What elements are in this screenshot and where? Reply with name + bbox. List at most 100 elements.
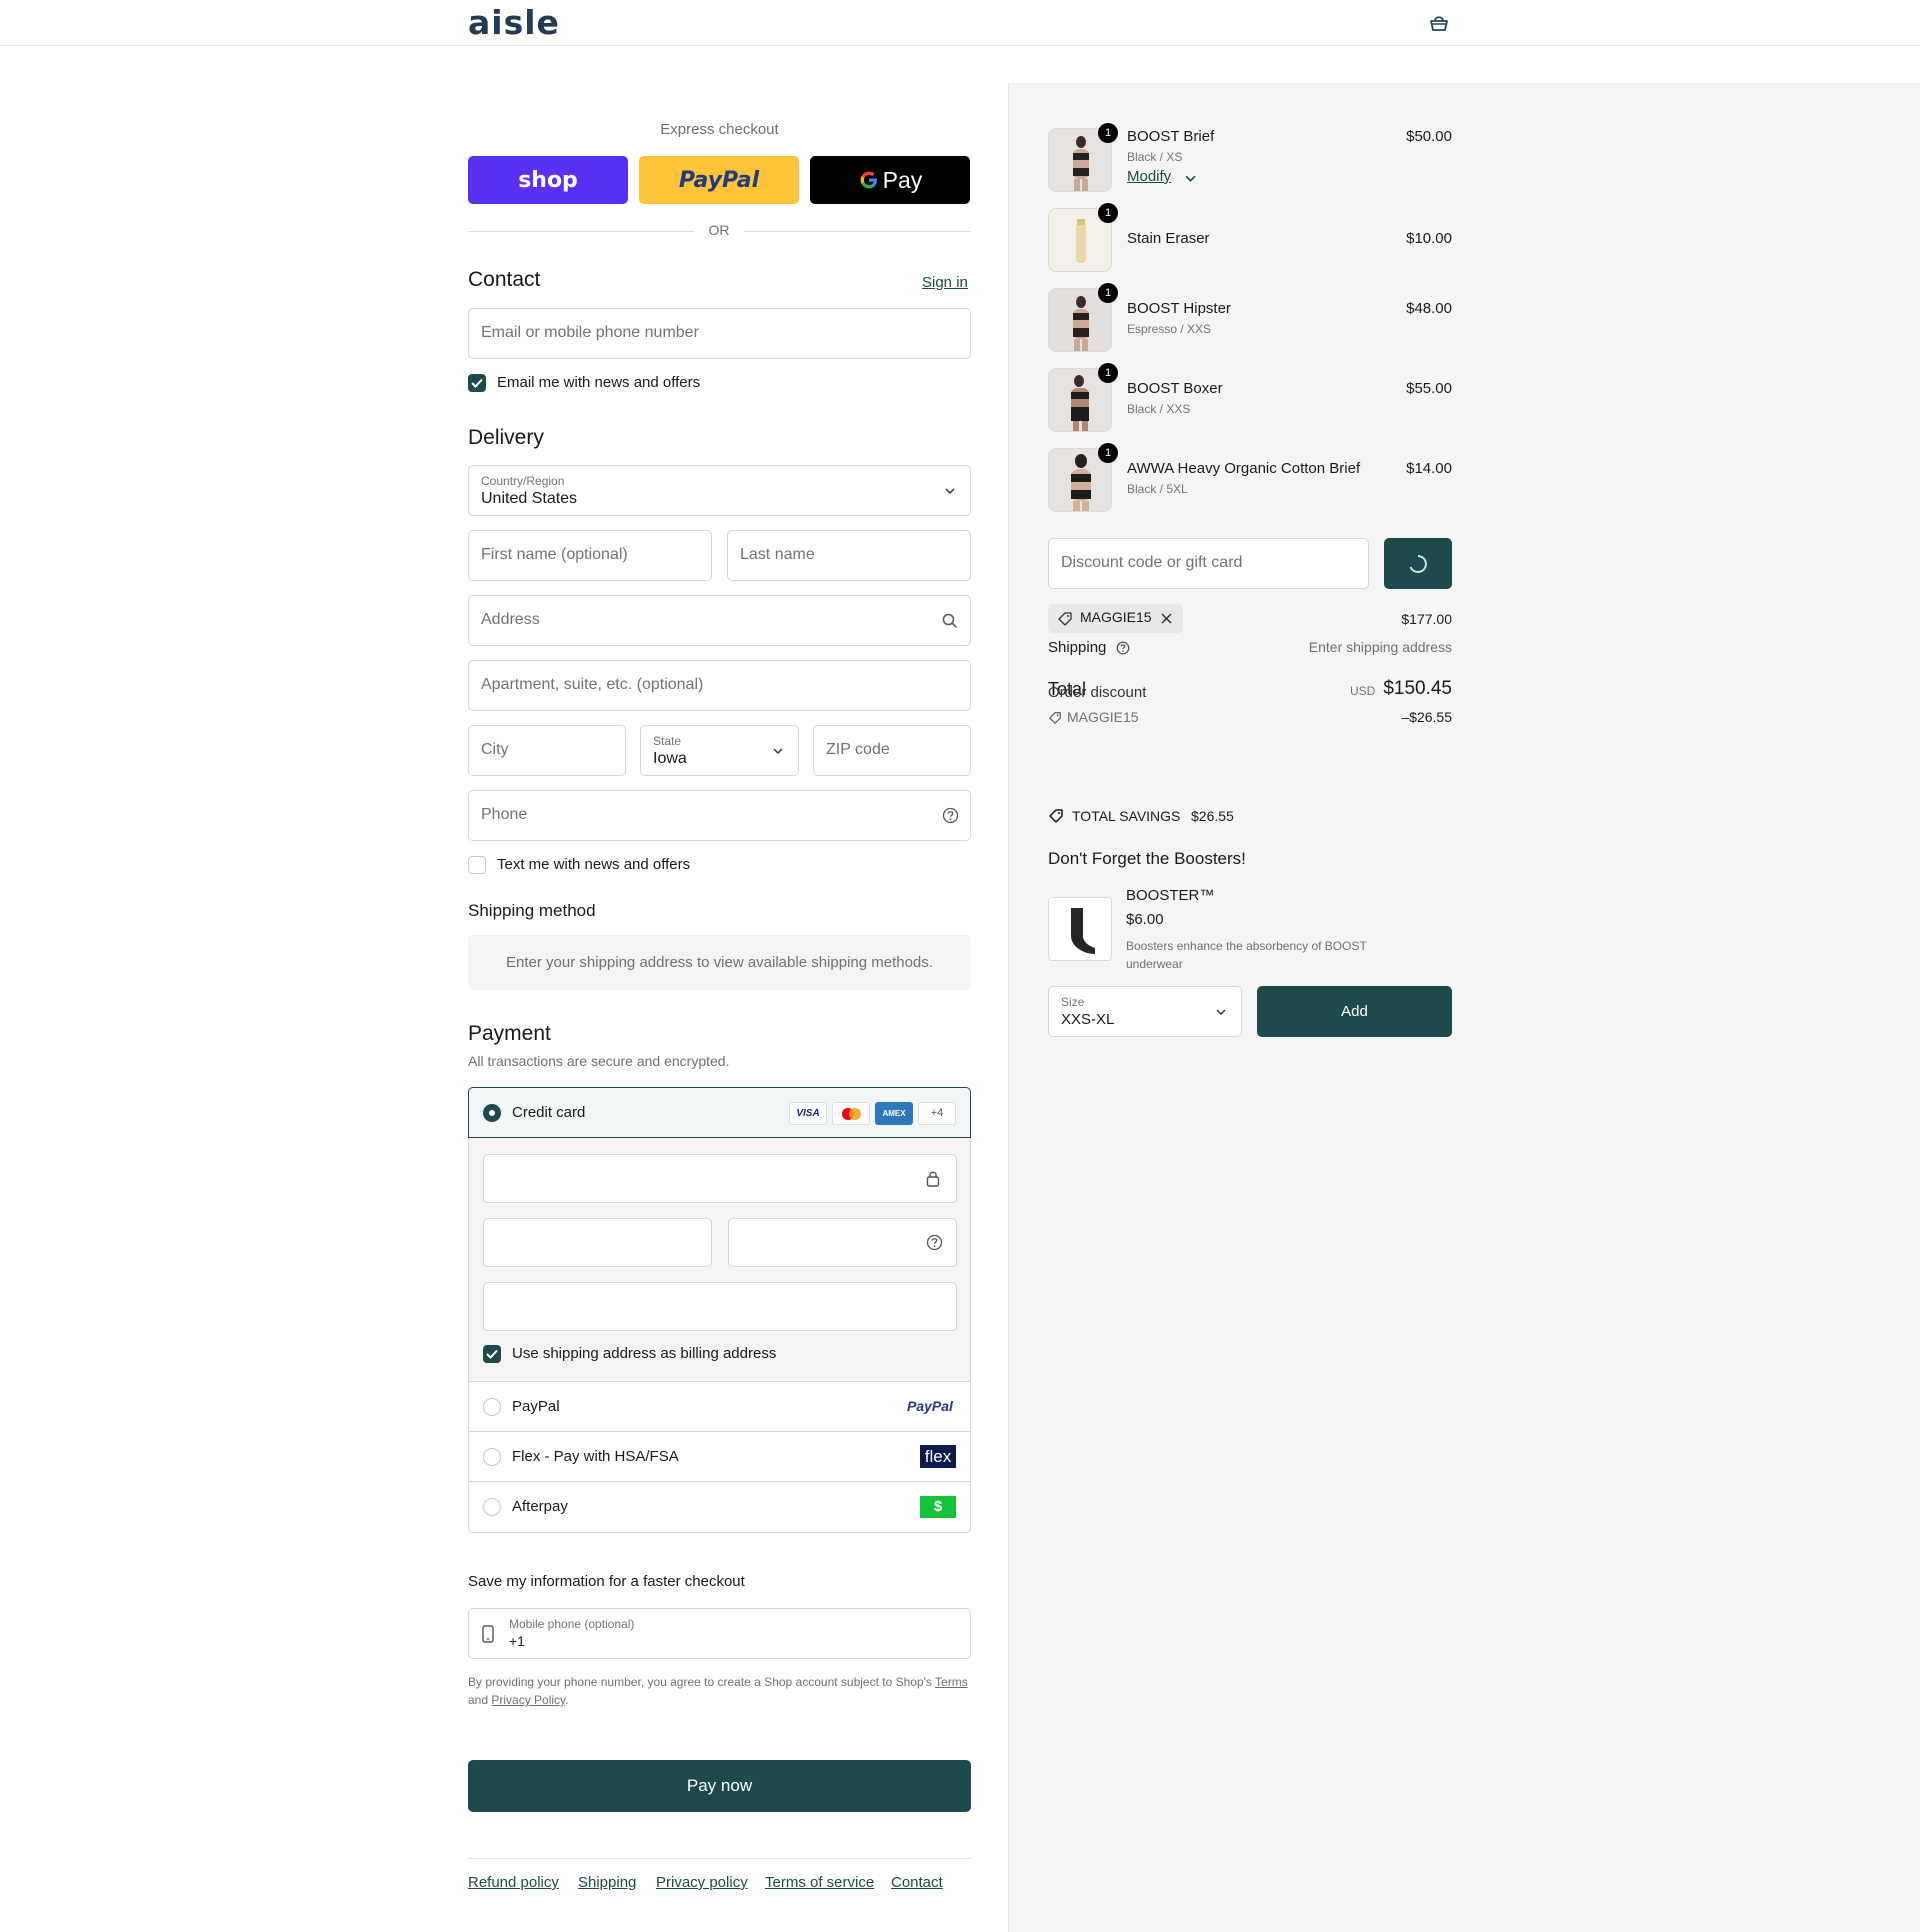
discount-code-field[interactable]: Discount code or gift card xyxy=(1048,538,1369,589)
apply-discount-button[interactable] xyxy=(1384,538,1452,589)
flex-option[interactable]: Flex - Pay with HSA/FSA flex xyxy=(468,1431,971,1482)
paypal-radio[interactable] xyxy=(483,1398,501,1416)
currency-code: USD xyxy=(1350,684,1376,698)
upsell-add-button[interactable]: Add xyxy=(1257,986,1452,1037)
credit-card-label: Credit card xyxy=(512,1104,586,1121)
afterpay-option-label: Afterpay xyxy=(512,1498,568,1515)
address-field[interactable]: Address xyxy=(468,595,971,646)
brand-logo[interactable]: aisle xyxy=(468,5,560,41)
upsell-product-price: $6.00 xyxy=(1126,911,1164,928)
paypal-express-button[interactable]: PayPal xyxy=(639,156,799,204)
afterpay-radio[interactable] xyxy=(483,1498,501,1516)
name-on-card-field[interactable] xyxy=(483,1282,957,1331)
applied-discount-code: MAGGIE15 xyxy=(1080,609,1152,625)
visa-badge: VISA xyxy=(789,1102,827,1125)
email-news-label: Email me with news and offers xyxy=(497,374,701,391)
upsell-product-description: Boosters enhance the absorbency of BOOST… xyxy=(1126,939,1367,971)
security-code-field[interactable] xyxy=(728,1218,957,1267)
footer-contact-link[interactable]: Contact xyxy=(891,1874,943,1891)
google-pay-button[interactable]: Pay xyxy=(810,156,970,204)
google-g-icon xyxy=(860,171,877,189)
help-icon[interactable] xyxy=(926,1234,943,1251)
footer-privacy-policy-link[interactable]: Privacy policy xyxy=(656,1874,748,1891)
paypal-express-label: PayPal xyxy=(678,167,760,193)
cart-icon[interactable] xyxy=(1428,14,1450,32)
credit-card-option[interactable]: Credit card VISA AMEX +4 xyxy=(468,1087,971,1138)
phone-placeholder: Phone xyxy=(481,806,528,823)
search-icon xyxy=(942,613,958,629)
card-number-field[interactable] xyxy=(483,1154,957,1203)
total-savings-value: $26.55 xyxy=(1191,808,1234,824)
quantity-badge: 1 xyxy=(1098,443,1118,463)
legal-text: By providing your phone number, you agre… xyxy=(468,1675,932,1689)
address-placeholder: Address xyxy=(481,611,540,628)
last-name-field[interactable]: Last name xyxy=(727,530,971,581)
item-variant: Black / XS xyxy=(1127,150,1183,164)
email-placeholder: Email or mobile phone number xyxy=(481,324,699,341)
remove-discount-icon[interactable] xyxy=(1160,612,1173,625)
email-news-checkbox[interactable] xyxy=(468,374,486,392)
expiration-date-field[interactable] xyxy=(483,1218,712,1267)
quantity-badge: 1 xyxy=(1098,283,1118,303)
more-cards-badge: +4 xyxy=(918,1102,956,1125)
or-divider-right xyxy=(744,231,971,232)
paypal-option-label: PayPal xyxy=(512,1398,560,1415)
google-pay-label: Pay xyxy=(882,166,923,193)
delivery-title: Delivery xyxy=(468,426,544,449)
mobile-phone-field[interactable]: Mobile phone (optional) +1 xyxy=(468,1608,971,1659)
paypal-option[interactable]: PayPal PayPal xyxy=(468,1381,971,1432)
shipping-label: Shipping xyxy=(1048,639,1107,656)
billing-address-checkbox[interactable] xyxy=(483,1345,501,1363)
help-icon[interactable] xyxy=(942,807,959,824)
country-label: Country/Region xyxy=(481,474,565,488)
legal-period: . xyxy=(565,1693,569,1707)
modify-link[interactable]: Modify xyxy=(1127,168,1171,185)
first-name-placeholder: First name (optional) xyxy=(481,546,628,563)
afterpay-option[interactable]: Afterpay $ xyxy=(468,1481,971,1533)
state-select[interactable]: State Iowa xyxy=(640,725,799,776)
footer-shipping-link[interactable]: Shipping xyxy=(578,1874,636,1891)
flex-radio[interactable] xyxy=(483,1448,501,1466)
privacy-policy-link[interactable]: Privacy Policy xyxy=(491,1693,565,1707)
footer-refund-policy-link[interactable]: Refund policy xyxy=(468,1874,559,1891)
shipping-method-notice: Enter your shipping address to view avai… xyxy=(468,935,971,990)
city-field[interactable]: City xyxy=(468,725,626,776)
zip-field[interactable]: ZIP code xyxy=(813,725,971,776)
pay-now-button[interactable]: Pay now xyxy=(468,1760,971,1812)
order-discount-label: Order discount xyxy=(1048,684,1147,701)
upsell-size-select[interactable]: Size XXS-XL xyxy=(1048,986,1242,1037)
quantity-badge: 1 xyxy=(1098,363,1118,383)
payment-title: Payment xyxy=(468,1022,551,1045)
legal-and: and xyxy=(468,1693,489,1707)
shipping-method-title: Shipping method xyxy=(468,901,596,920)
tag-icon xyxy=(1049,712,1061,724)
footer-terms-link[interactable]: Terms of service xyxy=(765,1874,874,1891)
footer-divider xyxy=(468,1858,971,1859)
country-select[interactable]: Country/Region United States xyxy=(468,465,971,516)
chevron-down-icon xyxy=(773,748,783,755)
save-info-title: Save my information for a faster checkou… xyxy=(468,1573,745,1590)
credit-card-form: Use shipping address as billing address xyxy=(468,1138,971,1381)
discount-value: –$26.55 xyxy=(1401,709,1452,725)
sign-in-link[interactable]: Sign in xyxy=(922,274,968,291)
terms-link[interactable]: Terms xyxy=(935,1675,968,1689)
email-field[interactable]: Email or mobile phone number xyxy=(468,308,971,359)
phone-field[interactable]: Phone xyxy=(468,790,971,841)
apartment-field[interactable]: Apartment, suite, etc. (optional) xyxy=(468,660,971,711)
billing-address-label: Use shipping address as billing address xyxy=(512,1345,777,1362)
credit-card-radio[interactable] xyxy=(483,1104,501,1122)
text-news-checkbox[interactable] xyxy=(468,856,486,874)
shop-pay-label: shop xyxy=(518,167,578,193)
chevron-down-icon[interactable] xyxy=(1185,173,1196,184)
first-name-field[interactable]: First name (optional) xyxy=(468,530,712,581)
item-price: $50.00 xyxy=(1406,128,1452,145)
item-name: AWWA Heavy Organic Cotton Brief xyxy=(1127,460,1361,477)
chevron-down-icon xyxy=(945,488,955,495)
shop-pay-button[interactable]: shop xyxy=(468,156,628,204)
item-price: $55.00 xyxy=(1406,380,1452,397)
express-checkout-title: Express checkout xyxy=(660,121,779,138)
shipping-value: Enter shipping address xyxy=(1308,639,1452,655)
city-placeholder: City xyxy=(481,741,509,758)
item-name: BOOST Hipster xyxy=(1127,300,1231,317)
help-icon[interactable] xyxy=(1116,641,1130,655)
